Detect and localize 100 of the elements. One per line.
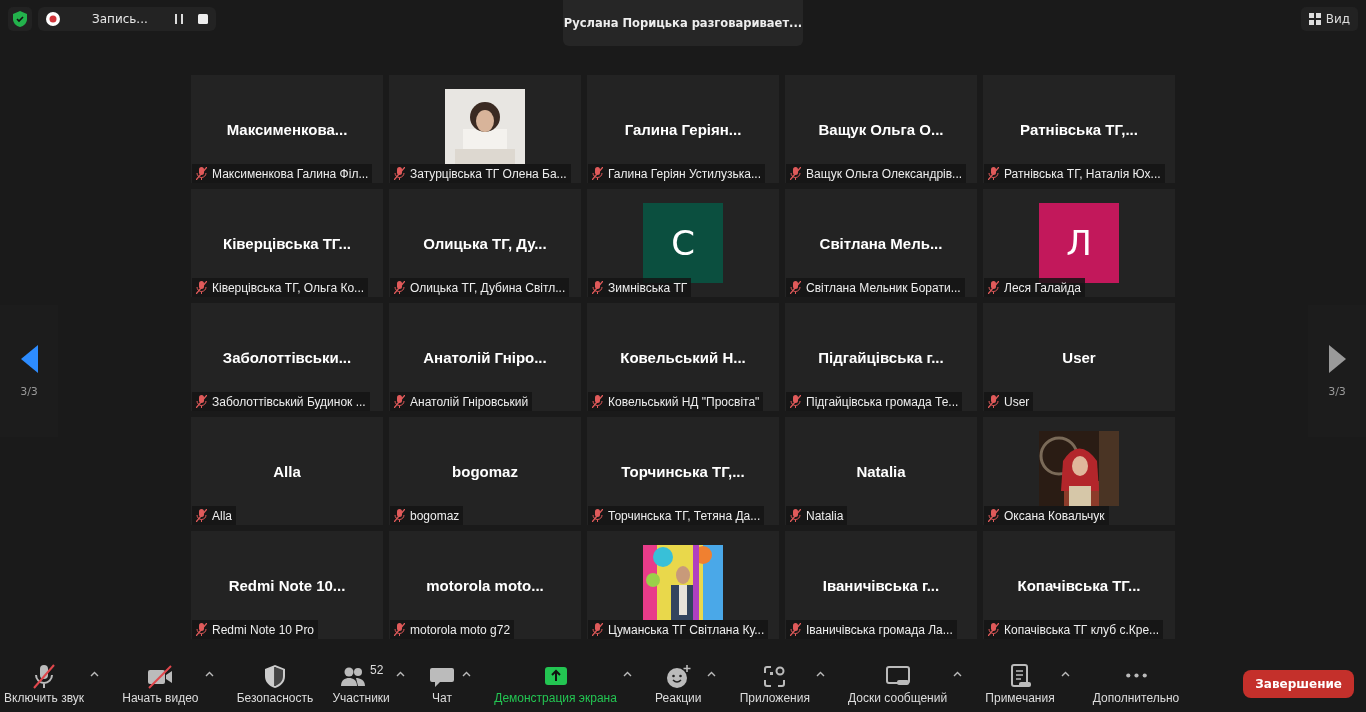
- participant-label: Іваничівська громада Ла...: [806, 622, 953, 637]
- participant-label: Ківерцівська ТГ, Ольга Ко...: [212, 280, 365, 295]
- participant-label: Леся Галайда: [1004, 280, 1081, 295]
- participant-name: Redmi Note 10...: [228, 577, 346, 594]
- pause-icon[interactable]: [174, 14, 184, 24]
- caret-up-icon[interactable]: [707, 670, 717, 677]
- toolbar-button[interactable]: Примечания: [981, 656, 1059, 711]
- caret-up-icon[interactable]: [90, 670, 100, 677]
- participant-name: Галина Геріян...: [624, 121, 742, 138]
- participant-label: Цуманська ТГ Світлана Ку...: [608, 622, 765, 637]
- participant-label: Redmi Note 10 Pro: [212, 622, 315, 637]
- shield-check-icon[interactable]: [13, 11, 27, 27]
- avatar: Л: [1039, 203, 1119, 283]
- toolbar-button[interactable]: Начать видео: [118, 656, 203, 711]
- participant-label: Копачівська ТГ клуб с.Кре...: [1004, 622, 1160, 637]
- participant-name: bogomaz: [452, 463, 518, 480]
- page-indicator: 3/3: [1328, 384, 1346, 398]
- participant-name: Заболоттівськи...: [222, 349, 352, 366]
- muted-mic-icon: [988, 167, 999, 180]
- participant-name: motorola moto...: [426, 577, 544, 594]
- view-button[interactable]: Вид: [1300, 7, 1358, 31]
- toolbar-button[interactable]: Реакции: [651, 656, 706, 711]
- participant-name: Світлана Мель...: [819, 235, 943, 252]
- toolbar-button[interactable]: Демонстрация экрана: [490, 656, 621, 711]
- participant-label: Максименкова Галина Філ...: [212, 166, 369, 181]
- smiley-icon: [664, 662, 693, 689]
- participant-label: Ковельський НД "Просвіта": [608, 394, 760, 409]
- participant-label: Галина Геріян Устилузька...: [608, 166, 761, 181]
- participant-label: Затурцівська ТГ Олена Ба...: [410, 166, 567, 181]
- end-button[interactable]: Завершение: [1243, 669, 1354, 698]
- participant-label: User: [1004, 394, 1030, 409]
- toolbar-button[interactable]: Дополнительно: [1088, 656, 1184, 711]
- muted-mic-icon: [196, 509, 207, 522]
- muted-mic-icon: [196, 395, 207, 408]
- muted-mic-icon: [988, 281, 999, 294]
- participant-label: Підгайцівська громада Те...: [806, 394, 959, 409]
- caret-up-icon[interactable]: [953, 670, 963, 677]
- muted-mic-icon: [196, 281, 207, 294]
- toolbar-button[interactable]: 52 Участники: [328, 656, 394, 711]
- record-icon: [46, 12, 60, 26]
- participant-label: bogomaz: [410, 508, 460, 523]
- participant-name: Іваничівська г...: [822, 577, 940, 594]
- participant-name: Копачівська ТГ...: [1017, 577, 1141, 594]
- muted-mic-icon: [790, 623, 801, 636]
- participant-label: Анатолій Гніровський: [410, 394, 529, 409]
- caret-up-icon[interactable]: [622, 670, 632, 677]
- participant-name: Олицька ТГ, Ду...: [423, 235, 547, 252]
- muted-mic-icon: [592, 395, 603, 408]
- toolbar-button[interactable]: Доски сообщений: [844, 656, 952, 711]
- video-off-icon: [146, 662, 175, 689]
- participant-name: Ващук Ольга О...: [818, 121, 944, 138]
- muted-mic-icon: [196, 167, 207, 180]
- muted-mic-icon: [592, 509, 603, 522]
- participant-name: Торчинська ТГ,...: [621, 463, 745, 480]
- caret-up-icon[interactable]: [462, 670, 472, 677]
- participant-name: Максименкова...: [226, 121, 348, 138]
- caret-up-icon[interactable]: [204, 670, 214, 677]
- muted-mic-icon: [394, 395, 405, 408]
- participant-label: Alla: [212, 508, 232, 523]
- muted-mic-icon: [790, 167, 801, 180]
- muted-mic-icon: [988, 623, 999, 636]
- previous-page-arrow[interactable]: [20, 344, 38, 373]
- muted-mic-icon: [196, 623, 207, 636]
- toolbar-button[interactable]: Чат: [424, 656, 461, 711]
- more-icon: [1125, 672, 1147, 678]
- participant-count: 52: [369, 662, 384, 677]
- caret-up-icon[interactable]: [1060, 670, 1070, 677]
- toolbar-button[interactable]: Безопасность: [232, 656, 318, 711]
- participant-label: Оксана Ковальчук: [1004, 508, 1105, 523]
- muted-mic-icon: [988, 395, 999, 408]
- participant-label: Зимнівська ТГ: [608, 280, 688, 295]
- muted-mic-icon: [988, 509, 999, 522]
- participant-label: Natalia: [806, 508, 844, 523]
- participant-name: Ковельський Н...: [620, 349, 746, 366]
- muted-mic-icon: [592, 167, 603, 180]
- muted-mic-icon: [30, 662, 58, 689]
- muted-mic-icon: [592, 281, 603, 294]
- muted-mic-icon: [592, 623, 603, 636]
- participant-name: User: [1062, 349, 1096, 366]
- muted-mic-icon: [394, 623, 405, 636]
- muted-mic-icon: [394, 509, 405, 522]
- caret-up-icon[interactable]: [395, 670, 405, 677]
- muted-mic-icon: [394, 281, 405, 294]
- participant-name: Підгайцівська г...: [818, 349, 944, 366]
- participant-name: Natalia: [856, 463, 906, 480]
- participant-name: Ратнівська ТГ,...: [1020, 121, 1138, 138]
- participant-name: Ківерцівська ТГ...: [223, 235, 351, 252]
- grid-icon: [1308, 13, 1321, 25]
- toolbar-button[interactable]: Приложения: [735, 656, 814, 711]
- participant-name: Анатолій Гніро...: [423, 349, 547, 366]
- recording-label: Запись...: [92, 12, 148, 26]
- participant-label: motorola moto g72: [410, 622, 511, 637]
- muted-mic-icon: [394, 167, 405, 180]
- page-indicator: 3/3: [20, 384, 38, 398]
- toolbar-button[interactable]: Включить звук: [0, 656, 89, 711]
- muted-mic-icon: [790, 281, 801, 294]
- caret-up-icon[interactable]: [815, 670, 825, 677]
- muted-mic-icon: [790, 395, 801, 408]
- participant-label: Олицька ТГ, Дубина Світл...: [410, 280, 566, 295]
- participant-label: Ратнівська ТГ, Наталія Юх...: [1004, 166, 1161, 181]
